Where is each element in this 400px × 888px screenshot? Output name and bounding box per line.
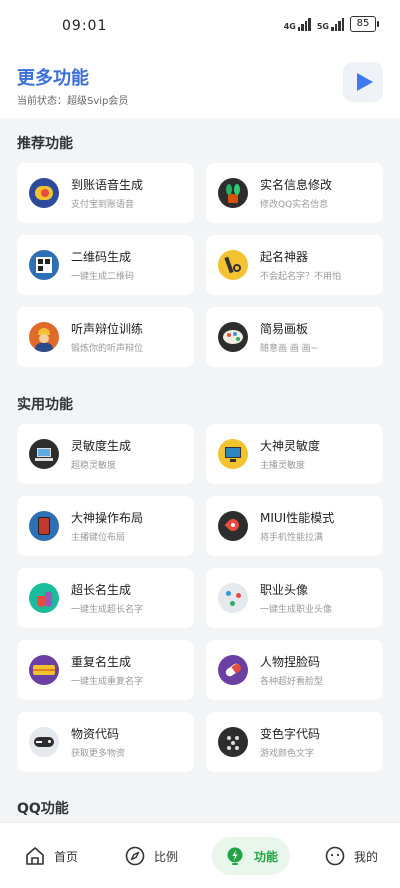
feature-card[interactable]: 超长名生成一键生成超长名字	[17, 568, 194, 628]
practical-grid: 灵敏度生成超稳灵敏度 大神灵敏度主播灵敏度 大神操作布局主播键位布局 MIUI性…	[17, 424, 383, 772]
card-subtitle: 主播灵敏度	[260, 461, 306, 471]
tab-ratio[interactable]: 比例	[112, 837, 190, 875]
page-header: 更多功能 当前状态：超级Svip会员	[0, 52, 400, 118]
card-title: 二维码生成	[71, 250, 132, 264]
feature-card[interactable]: 到账语音生成支付宝到账语音	[17, 163, 194, 223]
name-icon	[218, 250, 248, 280]
plant-icon	[218, 178, 248, 208]
tablet-icon	[29, 511, 59, 541]
card-subtitle: 主播键位布局	[71, 533, 126, 543]
tab-label: 比例	[154, 849, 179, 864]
card-subtitle: 一键生成职业头像	[260, 605, 333, 615]
feature-card[interactable]: 灵敏度生成超稳灵敏度	[17, 424, 194, 484]
laptop-icon	[29, 439, 59, 469]
monitor-icon	[218, 439, 248, 469]
play-button[interactable]	[343, 62, 383, 102]
feature-card[interactable]: 大神灵敏度主播灵敏度	[206, 424, 383, 484]
money-icon	[29, 178, 59, 208]
tab-home[interactable]: 首页	[12, 837, 90, 875]
section-title-recommended: 推荐功能	[17, 136, 73, 152]
feature-card[interactable]: 起名神器不会起名字？不用怕	[206, 235, 383, 295]
page-title: 更多功能	[17, 68, 89, 89]
card-title: 到账语音生成	[71, 178, 144, 192]
feature-card[interactable]: 听声辩位训练锻炼你的听声辩位	[17, 307, 194, 367]
card-subtitle: 锻炼你的听声辩位	[71, 344, 144, 354]
rocket-icon	[218, 511, 248, 541]
bottom-tab-bar: 首页 比例 功能 我的	[0, 822, 400, 888]
card-subtitle: 不会起名字？不用怕	[260, 272, 342, 282]
membership-status: 当前状态：超级Svip会员	[17, 96, 129, 107]
section-title-qq: QQ功能	[17, 801, 69, 817]
feature-card[interactable]: 大神操作布局主播键位布局	[17, 496, 194, 556]
tab-label: 首页	[54, 849, 79, 864]
status-bar: 09:01 4G 5G 85	[0, 0, 400, 52]
card-subtitle: 一键生成超长名字	[71, 605, 144, 615]
card-title: 大神灵敏度	[260, 439, 321, 453]
status-time: 09:01	[62, 18, 108, 34]
feature-card[interactable]: 简易画板随意画 画 画~	[206, 307, 383, 367]
card-title: 简易画板	[260, 322, 309, 336]
pill-icon	[218, 655, 248, 685]
card-title: 人物捏脸码	[260, 655, 321, 669]
signal-4g-icon: 4G	[284, 17, 311, 31]
card-title: 职业头像	[260, 583, 309, 597]
card-title: 超长名生成	[71, 583, 132, 597]
card-subtitle: 获取更多物资	[71, 749, 126, 759]
dots-icon	[218, 727, 248, 757]
home-icon	[26, 847, 44, 865]
card-title: 重复名生成	[71, 655, 132, 669]
card-subtitle: 修改QQ实名信息	[260, 200, 329, 210]
signal-5g-icon: 5G	[317, 17, 344, 31]
card-subtitle: 将手机性能拉满	[260, 533, 324, 543]
network-icon	[218, 583, 248, 613]
card-subtitle: 随意画 画 画~	[260, 344, 319, 354]
feature-card[interactable]: 实名信息修改修改QQ实名信息	[206, 163, 383, 223]
worker-icon	[29, 322, 59, 352]
feature-card[interactable]: 人物捏脸码各种超好看脸型	[206, 640, 383, 700]
feature-card[interactable]: 职业头像一键生成职业头像	[206, 568, 383, 628]
tab-label: 功能	[254, 849, 279, 864]
card-subtitle: 一键生成重复名字	[71, 677, 144, 687]
section-title-practical: 实用功能	[17, 397, 73, 413]
status-indicators: 4G 5G 85	[284, 16, 379, 32]
card-subtitle: 超稳灵敏度	[71, 461, 117, 471]
card-title: 物资代码	[71, 727, 120, 741]
card-title: 灵敏度生成	[71, 439, 132, 453]
profile-icon	[325, 846, 345, 866]
card-title: MIUI性能模式	[260, 511, 335, 525]
tab-label: 我的	[354, 849, 379, 864]
feature-card[interactable]: 变色字代码游戏颜色文字	[206, 712, 383, 772]
recommended-grid: 到账语音生成支付宝到账语音 实名信息修改修改QQ实名信息 二维码生成一键生成二维…	[17, 163, 383, 367]
card-title: 实名信息修改	[260, 178, 333, 192]
play-icon	[357, 73, 373, 91]
palette-icon	[218, 322, 248, 352]
card-title: 大神操作布局	[71, 511, 144, 525]
card-subtitle: 一键生成二维码	[71, 272, 135, 282]
feature-card[interactable]: MIUI性能模式将手机性能拉满	[206, 496, 383, 556]
feature-card[interactable]: 重复名生成一键生成重复名字	[17, 640, 194, 700]
card-title: 起名神器	[260, 250, 309, 264]
gamepad-icon	[29, 727, 59, 757]
tab-features[interactable]: 功能	[212, 837, 291, 875]
card-subtitle: 游戏颜色文字	[260, 749, 315, 759]
card-subtitle: 各种超好看脸型	[260, 677, 324, 687]
tab-mine[interactable]: 我的	[312, 837, 390, 875]
battery-icon: 85	[350, 16, 379, 32]
bulb-icon	[227, 847, 243, 865]
card-title: 听声辩位训练	[71, 322, 144, 336]
compass-icon	[125, 846, 145, 866]
tag-icon	[29, 655, 59, 685]
card-subtitle: 支付宝到账语音	[71, 200, 135, 210]
qrcode-icon	[29, 250, 59, 280]
flask-icon	[29, 583, 59, 613]
feature-card[interactable]: 物资代码获取更多物资	[17, 712, 194, 772]
card-title: 变色字代码	[260, 727, 321, 741]
feature-card[interactable]: 二维码生成一键生成二维码	[17, 235, 194, 295]
